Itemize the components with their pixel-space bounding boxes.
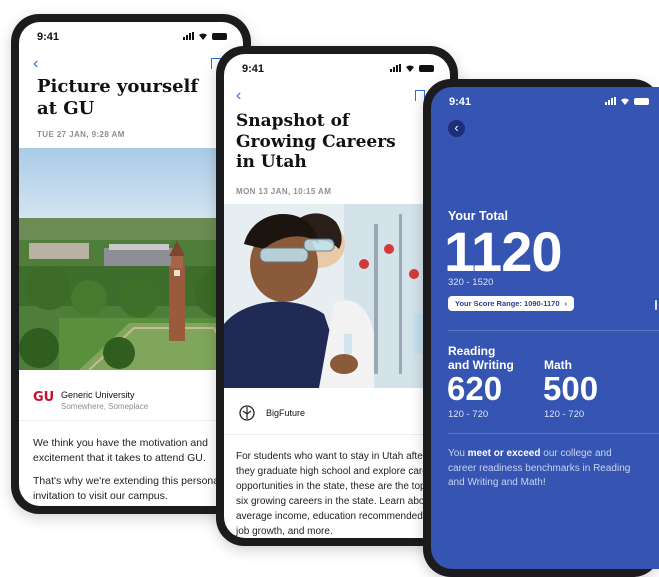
- article-title: Snapshot of Growing Careers in Utah: [236, 111, 396, 173]
- status-time: 9:41: [449, 96, 472, 108]
- math-score: 500: [543, 370, 599, 407]
- article-date: MON 13 JAN, 10:15 AM: [236, 187, 332, 196]
- scroll-indicator: [655, 300, 657, 310]
- lab-photo: [224, 204, 450, 388]
- source-name: BigFuture: [266, 408, 306, 418]
- screen: 9:41 ‹ Your Total 1120 320 - 1520 Your S…: [431, 87, 659, 569]
- signal-icon: [390, 64, 401, 72]
- status-bar: 9:41: [224, 54, 450, 80]
- screen: 9:41 ‹ Picture yourself at GU TUE 27 JAN…: [19, 22, 243, 506]
- status-icons: [183, 32, 227, 40]
- rw-label: Reading and Writing: [448, 344, 514, 372]
- source-location: Somewhere, Someplace: [61, 402, 149, 411]
- math-range: 120 - 720: [544, 409, 585, 420]
- body-line: average income, education recommended,: [236, 511, 426, 522]
- back-chevron-icon[interactable]: ‹: [236, 88, 241, 104]
- battery-icon: [419, 64, 434, 72]
- article-body: For students who want to stay in Utah af…: [236, 449, 450, 538]
- article-title: Picture yourself at GU: [37, 76, 199, 119]
- status-bar: 9:41: [19, 22, 243, 48]
- body-line: opportunities in the state, these are th…: [236, 481, 426, 492]
- status-icons: [390, 64, 434, 72]
- body-paragraph: That's why we're extending this personal…: [33, 475, 222, 502]
- screen: 9:41 ‹ Snapshot of Growing Careers in Ut…: [224, 54, 450, 538]
- back-chevron-icon[interactable]: ‹: [33, 56, 38, 72]
- status-icons: [605, 97, 649, 105]
- status-time: 9:41: [242, 63, 265, 75]
- status-bar: 9:41: [431, 87, 659, 113]
- divider: [448, 330, 659, 331]
- source-row[interactable]: GU Generic University Somewhere, Somepla…: [19, 380, 243, 421]
- score-range-pill[interactable]: Your Score Range: 1090-1170 ›: [448, 296, 575, 311]
- rw-range: 120 - 720: [448, 409, 489, 420]
- rw-score: 620: [447, 370, 503, 407]
- total-score: 1120: [444, 220, 562, 283]
- divider: [448, 433, 659, 434]
- source-row[interactable]: BigFuture: [224, 394, 450, 435]
- source-name: Generic University: [61, 390, 135, 400]
- phone-article-gu: 9:41 ‹ Picture yourself at GU TUE 27 JAN…: [11, 14, 251, 514]
- article-body: We think you have the motivation and exc…: [33, 436, 233, 506]
- body-line: six growing careers in the state. Learn …: [236, 496, 430, 507]
- signal-icon: [183, 32, 194, 40]
- battery-icon: [634, 97, 649, 105]
- campus-photo: [19, 148, 243, 370]
- bigfuture-logo-icon: [239, 405, 255, 421]
- body-line: they graduate high school and explore ca…: [236, 466, 428, 477]
- wifi-icon: [406, 65, 414, 72]
- score-range-text: Your Score Range: 1090-1170: [455, 299, 560, 308]
- body-line: For students who want to stay in Utah af…: [236, 451, 427, 462]
- phone-article-utah: 9:41 ‹ Snapshot of Growing Careers in Ut…: [216, 46, 458, 546]
- body-line: job growth, and more.: [236, 526, 333, 537]
- back-button[interactable]: ‹: [448, 120, 465, 137]
- body-paragraph: We think you have the motivation and exc…: [33, 437, 208, 464]
- wifi-icon: [199, 33, 207, 40]
- total-range: 320 - 1520: [448, 277, 494, 288]
- battery-icon: [212, 32, 227, 40]
- benchmark-message: You meet or exceed our college and caree…: [448, 448, 631, 488]
- wifi-icon: [621, 98, 629, 105]
- article-date: TUE 27 JAN, 9:28 AM: [37, 130, 125, 139]
- signal-icon: [605, 97, 616, 105]
- gu-logo: GU: [33, 390, 55, 405]
- chevron-right-icon: ›: [564, 299, 568, 308]
- status-time: 9:41: [37, 31, 60, 43]
- phone-score-report: 9:41 ‹ Your Total 1120 320 - 1520 Your S…: [423, 79, 659, 577]
